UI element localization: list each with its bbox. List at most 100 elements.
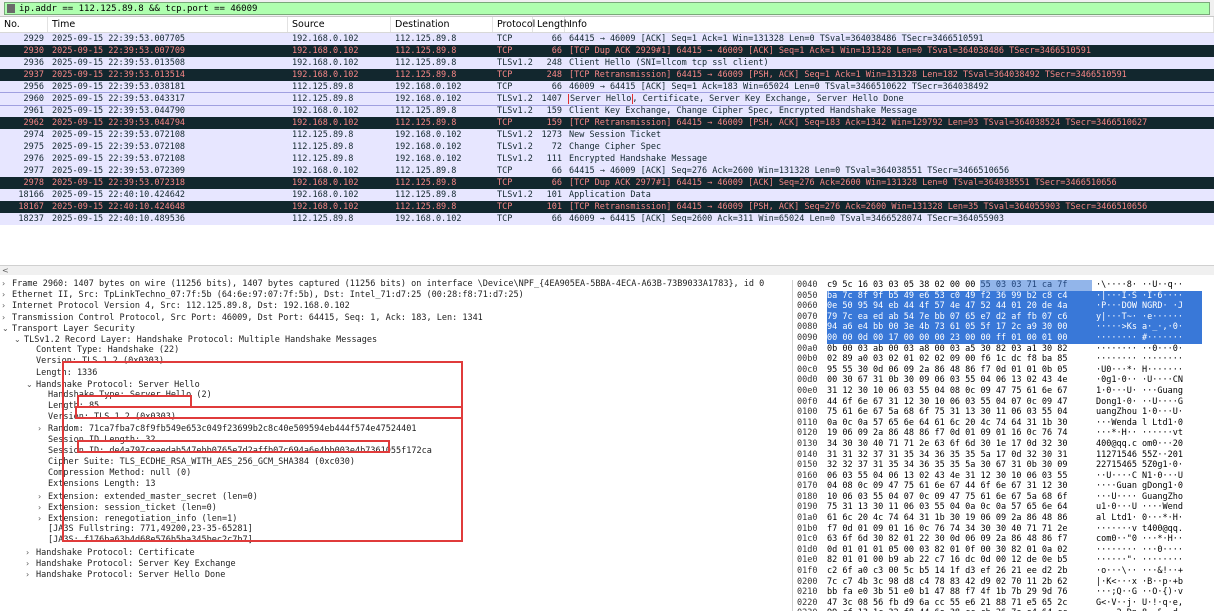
byte-row[interactable]: 0210 bb fa e0 3b 51 e0 b1 47 88 f7 4f 1b … bbox=[793, 587, 1214, 598]
byte-offset: 0190 bbox=[797, 502, 818, 513]
byte-row[interactable]: 0200 7c c7 4b 3c 98 d8 c4 78 83 42 d9 02 … bbox=[793, 577, 1214, 588]
packet-row[interactable]: 2936 2025-09-15 22:39:53.013508 192.168.0.… bbox=[0, 57, 1214, 69]
chevron-right-icon[interactable]: › bbox=[26, 558, 36, 569]
packet-row[interactable]: 2929 2025-09-15 22:39:53.007705 192.168.0.… bbox=[0, 33, 1214, 45]
byte-ascii: ··U····C N1·0···U bbox=[1096, 470, 1183, 481]
byte-row[interactable]: 0150 32 32 37 31 35 34 36 35 35 5a 30 67 … bbox=[793, 460, 1214, 471]
byte-hex: 02 89 a0 03 02 01 02 02 09 00 f6 1c dc f… bbox=[827, 354, 1068, 365]
packet-row[interactable]: 2930 2025-09-15 22:39:53.007709 192.168.0.… bbox=[0, 45, 1214, 57]
packet-row[interactable]: 2961 2025-09-15 22:39:53.044790 192.168.0.… bbox=[0, 105, 1214, 117]
byte-row[interactable]: 0080 94 a6 e4 bb 00 3e 4b 73 61 05 5f 17 … bbox=[793, 322, 1214, 333]
byte-row[interactable]: 0120 19 06 09 2a 86 48 86 f7 0d 01 09 01 … bbox=[793, 428, 1214, 439]
chevron-down-icon[interactable]: ⌄ bbox=[14, 334, 24, 345]
byte-row[interactable]: 00a0 0b 00 03 ab 00 03 a8 00 03 a5 30 82 … bbox=[793, 344, 1214, 355]
detail-tree-item[interactable]: › Handshake Protocol: Certificate bbox=[0, 547, 788, 558]
packet-row[interactable]: 18237 2025-09-15 22:40:10.489536 112.125.8… bbox=[0, 213, 1214, 225]
packet-destination: 112.125.89.8 bbox=[395, 58, 457, 68]
detail-text: Frame 2960: 1407 bytes on wire (11256 bi… bbox=[12, 279, 765, 289]
column-header-length[interactable]: Length bbox=[533, 17, 570, 32]
byte-row[interactable]: 01b0 f7 0d 01 09 01 16 0c 76 74 34 30 30 … bbox=[793, 524, 1214, 535]
byte-row[interactable]: 0130 34 30 30 40 71 71 2e 63 6f 6d 30 1e … bbox=[793, 439, 1214, 450]
byte-row[interactable]: 0060 0e 50 95 94 eb 44 4f 57 4e 47 52 44 … bbox=[793, 301, 1214, 312]
byte-row[interactable]: 01f0 c2 6f a0 c3 00 5c b5 14 1f d3 ef 26 … bbox=[793, 566, 1214, 577]
chevron-right-icon[interactable]: › bbox=[2, 300, 12, 311]
chevron-right-icon[interactable]: › bbox=[2, 278, 12, 289]
column-header-protocol[interactable]: Protocol bbox=[493, 17, 535, 32]
column-header-destination[interactable]: Destination bbox=[391, 17, 493, 32]
packet-row[interactable]: 2956 2025-09-15 22:39:53.038181 112.125.89… bbox=[0, 81, 1214, 93]
column-header-no[interactable]: No. bbox=[0, 17, 48, 32]
byte-row[interactable]: 0070 79 7c ea ed ab 54 7e bb 07 65 e7 d2 … bbox=[793, 311, 1214, 323]
packet-list-horizontal-scrollbar[interactable]: < bbox=[0, 265, 1214, 275]
packet-row[interactable]: 18166 2025-09-15 22:40:10.424642 192.168.0… bbox=[0, 189, 1214, 201]
byte-row[interactable]: 00d0 00 30 67 31 0b 30 09 06 03 55 04 06 … bbox=[793, 375, 1214, 386]
byte-offset: 0170 bbox=[797, 481, 818, 492]
byte-row[interactable]: 0170 04 08 0c 09 47 75 61 6e 67 44 6f 6e … bbox=[793, 481, 1214, 492]
packet-row[interactable]: 2977 2025-09-15 22:39:53.072309 192.168.0.… bbox=[0, 165, 1214, 177]
byte-row[interactable]: 0190 75 31 13 30 11 06 03 55 04 0a 0c 0a … bbox=[793, 502, 1214, 513]
byte-hex: 79 7c ea ed ab 54 7e bb 07 65 e7 d2 af f… bbox=[827, 311, 1092, 323]
byte-row[interactable]: 01e0 82 01 01 00 b9 ab 22 c7 16 dc 0d 00 … bbox=[793, 555, 1214, 566]
detail-tree-item[interactable]: Content Type: Handshake (22) bbox=[0, 345, 788, 356]
detail-text: Transport Layer Security bbox=[12, 323, 135, 334]
chevron-down-icon[interactable]: ⌄ bbox=[26, 379, 36, 390]
detail-tree-item[interactable]: › Transmission Control Protocol, Src Port… bbox=[0, 312, 788, 323]
byte-row[interactable]: 0180 10 06 03 55 04 07 0c 09 47 75 61 6e … bbox=[793, 492, 1214, 503]
chevron-right-icon[interactable]: › bbox=[26, 547, 36, 558]
byte-offset: 0130 bbox=[797, 438, 818, 449]
byte-hex: 0d 01 01 01 05 00 03 82 01 0f 00 30 82 0… bbox=[827, 544, 1068, 555]
byte-row[interactable]: 00e0 31 12 30 10 06 03 55 04 08 0c 09 47 … bbox=[793, 386, 1214, 397]
packet-row[interactable]: 2978 2025-09-15 22:39:53.072318 192.168.0.… bbox=[0, 177, 1214, 189]
packet-row[interactable]: 2962 2025-09-15 22:39:53.044794 192.168.0.… bbox=[0, 117, 1214, 129]
packet-time: 2025-09-15 22:39:53.072108 bbox=[52, 142, 186, 152]
byte-offset: 01d0 bbox=[797, 544, 818, 555]
byte-row[interactable]: 01d0 0d 01 01 01 05 00 03 82 01 0f 00 30 … bbox=[793, 545, 1214, 556]
chevron-right-icon[interactable]: › bbox=[2, 312, 12, 323]
byte-ascii: G<·V··j· U·!·q·e, bbox=[1096, 597, 1183, 608]
byte-row[interactable]: 00f0 44 6f 6e 67 31 12 30 10 06 03 55 04 … bbox=[793, 397, 1214, 408]
byte-row[interactable]: 0090 00 00 0d 00 17 00 00 00 23 00 00 ff … bbox=[793, 332, 1214, 344]
byte-row[interactable]: 0100 75 61 6e 67 5a 68 6f 75 31 13 30 11 … bbox=[793, 407, 1214, 418]
byte-row[interactable]: 01c0 63 6f 6d 30 82 01 22 30 0d 06 09 2a … bbox=[793, 534, 1214, 545]
detail-tree-item[interactable]: › Ethernet II, Src: TpLinkTechno_07:7f:5b… bbox=[0, 289, 788, 300]
column-header-time[interactable]: Time bbox=[48, 17, 288, 32]
byte-row[interactable]: 01a0 61 6c 20 4c 74 64 31 1b 30 19 06 09 … bbox=[793, 513, 1214, 524]
byte-row[interactable]: 00c0 95 55 30 0d 06 09 2a 86 48 86 f7 0d … bbox=[793, 365, 1214, 376]
chevron-right-icon[interactable]: › bbox=[2, 289, 12, 300]
chevron-right-icon[interactable]: › bbox=[38, 423, 48, 434]
detail-tree-item[interactable]: › Handshake Protocol: Server Key Exchange bbox=[0, 558, 788, 569]
byte-row[interactable]: 0220 47 3c 08 56 fb d9 6a cc 55 e6 21 88 … bbox=[793, 598, 1214, 609]
column-header-info[interactable]: Info bbox=[565, 17, 1214, 32]
bookmark-icon[interactable] bbox=[7, 4, 15, 13]
detail-tree-item[interactable]: ⌄ Transport Layer Security bbox=[0, 323, 788, 334]
packet-no: 18166 bbox=[18, 190, 44, 200]
byte-row[interactable]: 0040 c9 5c 16 03 03 05 38 02 00 00 55 03 … bbox=[793, 280, 1214, 291]
scroll-left-icon[interactable]: < bbox=[2, 266, 9, 275]
chevron-down-icon[interactable]: ⌄ bbox=[2, 323, 12, 334]
display-filter-input[interactable]: ip.addr == 112.125.89.8 && tcp.port == 4… bbox=[4, 2, 1210, 15]
packet-row[interactable]: 2960 2025-09-15 22:39:53.043317 112.125.89… bbox=[0, 92, 1214, 106]
byte-row[interactable]: 0110 0a 0c 0a 57 65 6e 64 61 6c 20 4c 74 … bbox=[793, 418, 1214, 429]
packet-row[interactable]: 2974 2025-09-15 22:39:53.072108 112.125.89… bbox=[0, 129, 1214, 141]
detail-tree-item[interactable]: ⌄ TLSv1.2 Record Layer: Handshake Protoco… bbox=[0, 334, 788, 345]
chevron-right-icon[interactable]: › bbox=[38, 513, 48, 524]
packet-destination: 112.125.89.8 bbox=[395, 118, 457, 128]
packet-row[interactable]: 2937 2025-09-15 22:39:53.013514 192.168.0.… bbox=[0, 69, 1214, 81]
packet-row[interactable]: 2976 2025-09-15 22:39:53.072108 112.125.89… bbox=[0, 153, 1214, 165]
byte-row[interactable]: 0050 ba 7c 8f 9f b5 49 e6 53 c0 49 f2 36 … bbox=[793, 290, 1214, 302]
detail-tree-item[interactable]: › Internet Protocol Version 4, Src: 112.1… bbox=[0, 300, 788, 311]
detail-tree-item[interactable]: › Handshake Protocol: Server Hello Done bbox=[0, 569, 788, 580]
packet-destination: 112.125.89.8 bbox=[395, 46, 457, 56]
chevron-right-icon[interactable]: › bbox=[26, 569, 36, 580]
packet-row[interactable]: 2975 2025-09-15 22:39:53.072108 112.125.89… bbox=[0, 141, 1214, 153]
chevron-right-icon[interactable]: › bbox=[38, 491, 48, 502]
chevron-right-icon[interactable]: › bbox=[38, 502, 48, 513]
byte-row[interactable]: 0160 06 03 55 04 06 13 02 43 4e 31 12 30 … bbox=[793, 471, 1214, 482]
byte-offset: 00a0 bbox=[797, 343, 818, 354]
packet-length: 66 bbox=[551, 46, 562, 56]
column-header-source[interactable]: Source bbox=[288, 17, 391, 32]
byte-row[interactable]: 00b0 02 89 a0 03 02 01 02 02 09 00 f6 1c … bbox=[793, 354, 1214, 365]
detail-tree-item[interactable]: › Frame 2960: 1407 bytes on wire (11256 b… bbox=[0, 278, 788, 289]
byte-row[interactable]: 0140 31 31 32 37 31 35 34 36 35 35 5a 17 … bbox=[793, 450, 1214, 461]
packet-row[interactable]: 18167 2025-09-15 22:40:10.424648 192.168.0… bbox=[0, 201, 1214, 213]
